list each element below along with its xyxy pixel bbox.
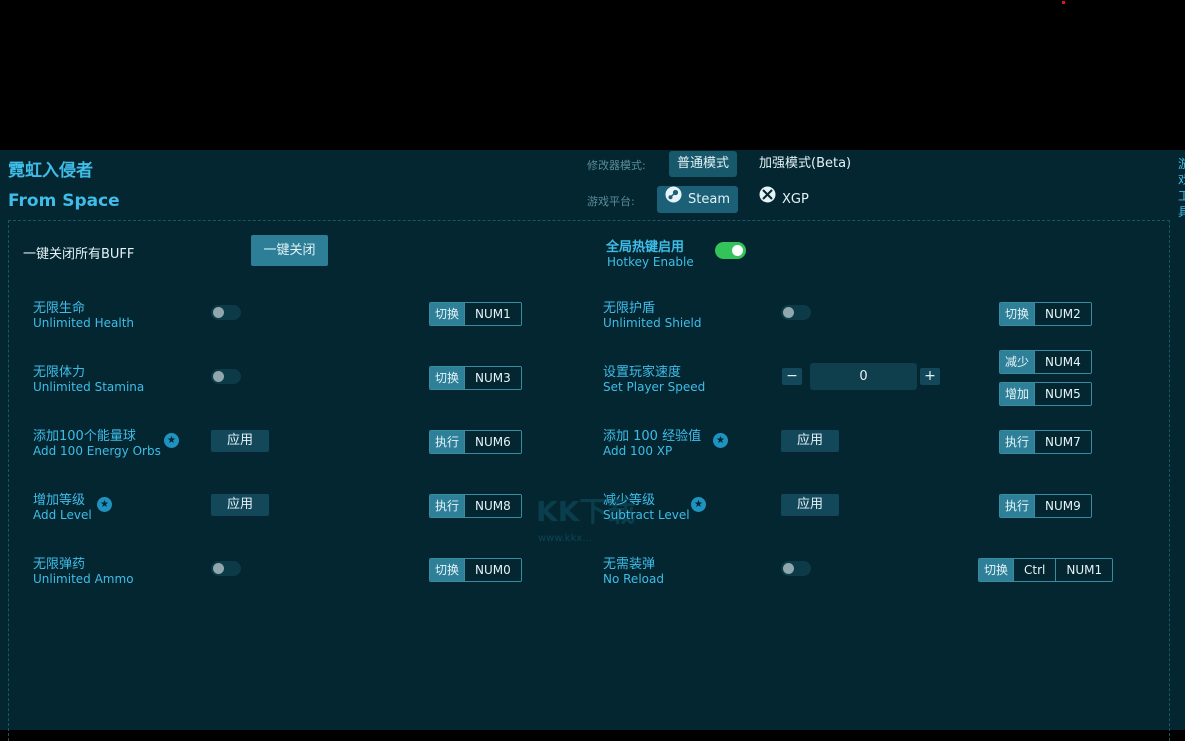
enhanced-mode-button[interactable]: 加强模式(Beta) xyxy=(751,151,859,177)
trainer-window: 霓虹入侵者 From Space 修改器模式: 普通模式 加强模式(Beta) … xyxy=(0,150,1185,741)
apply-add-xp-button[interactable]: 应用 xyxy=(781,430,839,452)
hotkey-energy-orbs[interactable]: 执行 NUM6 xyxy=(429,430,522,454)
hotkey-action: 增加 xyxy=(1000,383,1035,405)
hotkey-key: NUM0 xyxy=(464,559,521,581)
mode-label: 修改器模式: xyxy=(587,159,646,172)
hotkey-key: NUM4 xyxy=(1034,351,1091,373)
hotkey-key: NUM6 xyxy=(464,431,521,453)
unlimited-health-toggle[interactable] xyxy=(211,305,241,320)
hotkey-action: 执行 xyxy=(1000,431,1035,453)
cheat-name-cn: 添加100个能量球 xyxy=(33,429,136,444)
xgp-label: XGP xyxy=(782,192,809,207)
hotkey-unlimited-ammo[interactable]: 切换 NUM0 xyxy=(429,558,522,582)
hotkey-action: 执行 xyxy=(1000,495,1035,517)
hotkey-increase-speed[interactable]: 增加 NUM5 xyxy=(999,382,1092,406)
cheat-name-en: Add Level xyxy=(33,508,92,522)
hotkey-add-xp[interactable]: 执行 NUM7 xyxy=(999,430,1092,454)
hotkey-key: NUM2 xyxy=(1034,303,1091,325)
cheat-name-en: Unlimited Stamina xyxy=(33,380,145,394)
cheat-name-en: Add 100 XP xyxy=(603,444,673,458)
steam-platform-button[interactable]: Steam xyxy=(657,186,738,213)
increase-speed-button[interactable]: + xyxy=(920,368,940,385)
top-black-area xyxy=(0,0,1185,150)
game-title-cn: 霓虹入侵者 xyxy=(8,161,93,181)
star-icon: ★ xyxy=(97,497,112,512)
hotkey-enable-label-cn: 全局热键启用 xyxy=(606,240,685,255)
hotkey-key: NUM1 xyxy=(1055,559,1113,581)
unlimited-ammo-toggle[interactable] xyxy=(211,561,241,576)
star-icon: ★ xyxy=(164,433,179,448)
platform-label: 游戏平台: xyxy=(587,195,635,208)
hotkey-unlimited-health[interactable]: 切换 NUM1 xyxy=(429,302,522,326)
hotkey-unlimited-shield[interactable]: 切换 NUM2 xyxy=(999,302,1092,326)
edge-cutoff-text: 游戏工具 xyxy=(1178,157,1185,219)
star-icon: ★ xyxy=(691,497,706,512)
hotkey-key: NUM9 xyxy=(1034,495,1091,517)
hotkey-key: NUM7 xyxy=(1034,431,1091,453)
hotkey-action: 切换 xyxy=(430,303,465,325)
hotkey-action: 切换 xyxy=(430,559,465,581)
cheat-name-cn: 添加 100 经验值 xyxy=(603,429,702,444)
cheat-name-en: Set Player Speed xyxy=(603,380,706,394)
close-all-buff-label: 一键关闭所有BUFF xyxy=(23,247,135,262)
xbox-icon xyxy=(759,186,776,213)
unlimited-stamina-toggle[interactable] xyxy=(211,369,241,384)
hotkey-action: 切换 xyxy=(1000,303,1035,325)
hotkey-decrease-speed[interactable]: 减少 NUM4 xyxy=(999,350,1092,374)
cheat-name-cn: 无限护盾 xyxy=(603,301,656,316)
cheat-name-en: Unlimited Ammo xyxy=(33,572,134,586)
hotkey-no-reload[interactable]: 切换 Ctrl NUM1 xyxy=(978,558,1114,582)
cheat-name-cn: 减少等级 xyxy=(603,493,656,508)
cheat-name-cn: 增加等级 xyxy=(33,493,86,508)
hotkey-key: NUM1 xyxy=(464,303,521,325)
cheat-name-cn: 无限弹药 xyxy=(33,557,86,572)
game-title-en: From Space xyxy=(8,191,120,211)
no-reload-toggle[interactable] xyxy=(781,561,811,576)
cheat-panel: 一键关闭所有BUFF 一键关闭 全局热键启用 Hotkey Enable xyxy=(8,220,1170,741)
steam-icon xyxy=(665,186,682,213)
cheat-name-en: No Reload xyxy=(603,572,664,586)
hotkey-action: 执行 xyxy=(430,431,465,453)
cheat-name-en: Add 100 Energy Orbs xyxy=(33,444,161,458)
hotkey-action: 切换 xyxy=(979,559,1014,581)
hotkey-action: 执行 xyxy=(430,495,465,517)
star-icon: ★ xyxy=(713,433,728,448)
cheat-name-en: Unlimited Shield xyxy=(603,316,702,330)
hotkey-enable-toggle[interactable] xyxy=(715,242,746,259)
apply-energy-orbs-button[interactable]: 应用 xyxy=(211,430,269,452)
red-dot xyxy=(1062,1,1065,4)
hotkey-key: Ctrl xyxy=(1013,559,1056,581)
normal-mode-button[interactable]: 普通模式 xyxy=(669,151,738,177)
player-speed-value[interactable]: 0 xyxy=(810,363,917,390)
decrease-speed-button[interactable]: − xyxy=(782,368,802,385)
cheat-name-cn: 无限生命 xyxy=(33,301,86,316)
cheat-name-cn: 设置玩家速度 xyxy=(603,365,682,380)
hotkey-unlimited-stamina[interactable]: 切换 NUM3 xyxy=(429,366,522,390)
hotkey-enable-label-en: Hotkey Enable xyxy=(607,255,694,269)
close-all-button[interactable]: 一键关闭 xyxy=(251,235,328,266)
hotkey-key: NUM8 xyxy=(464,495,521,517)
cheat-name-en: Subtract Level xyxy=(603,508,690,522)
hotkey-subtract-level[interactable]: 执行 NUM9 xyxy=(999,494,1092,518)
apply-add-level-button[interactable]: 应用 xyxy=(211,494,269,516)
hotkey-add-level[interactable]: 执行 NUM8 xyxy=(429,494,522,518)
hotkey-key: NUM3 xyxy=(464,367,521,389)
hotkey-key: NUM5 xyxy=(1034,383,1091,405)
cheat-name-en: Unlimited Health xyxy=(33,316,135,330)
cheat-name-cn: 无需装弹 xyxy=(603,557,656,572)
cheat-name-cn: 无限体力 xyxy=(33,365,86,380)
apply-subtract-level-button[interactable]: 应用 xyxy=(781,494,839,516)
steam-label: Steam xyxy=(688,192,730,207)
unlimited-shield-toggle[interactable] xyxy=(781,305,811,320)
hotkey-action: 切换 xyxy=(430,367,465,389)
watermark-url: www.kkx... xyxy=(538,533,592,544)
hotkey-action: 减少 xyxy=(1000,351,1035,373)
xgp-platform-button[interactable]: XGP xyxy=(751,186,817,213)
